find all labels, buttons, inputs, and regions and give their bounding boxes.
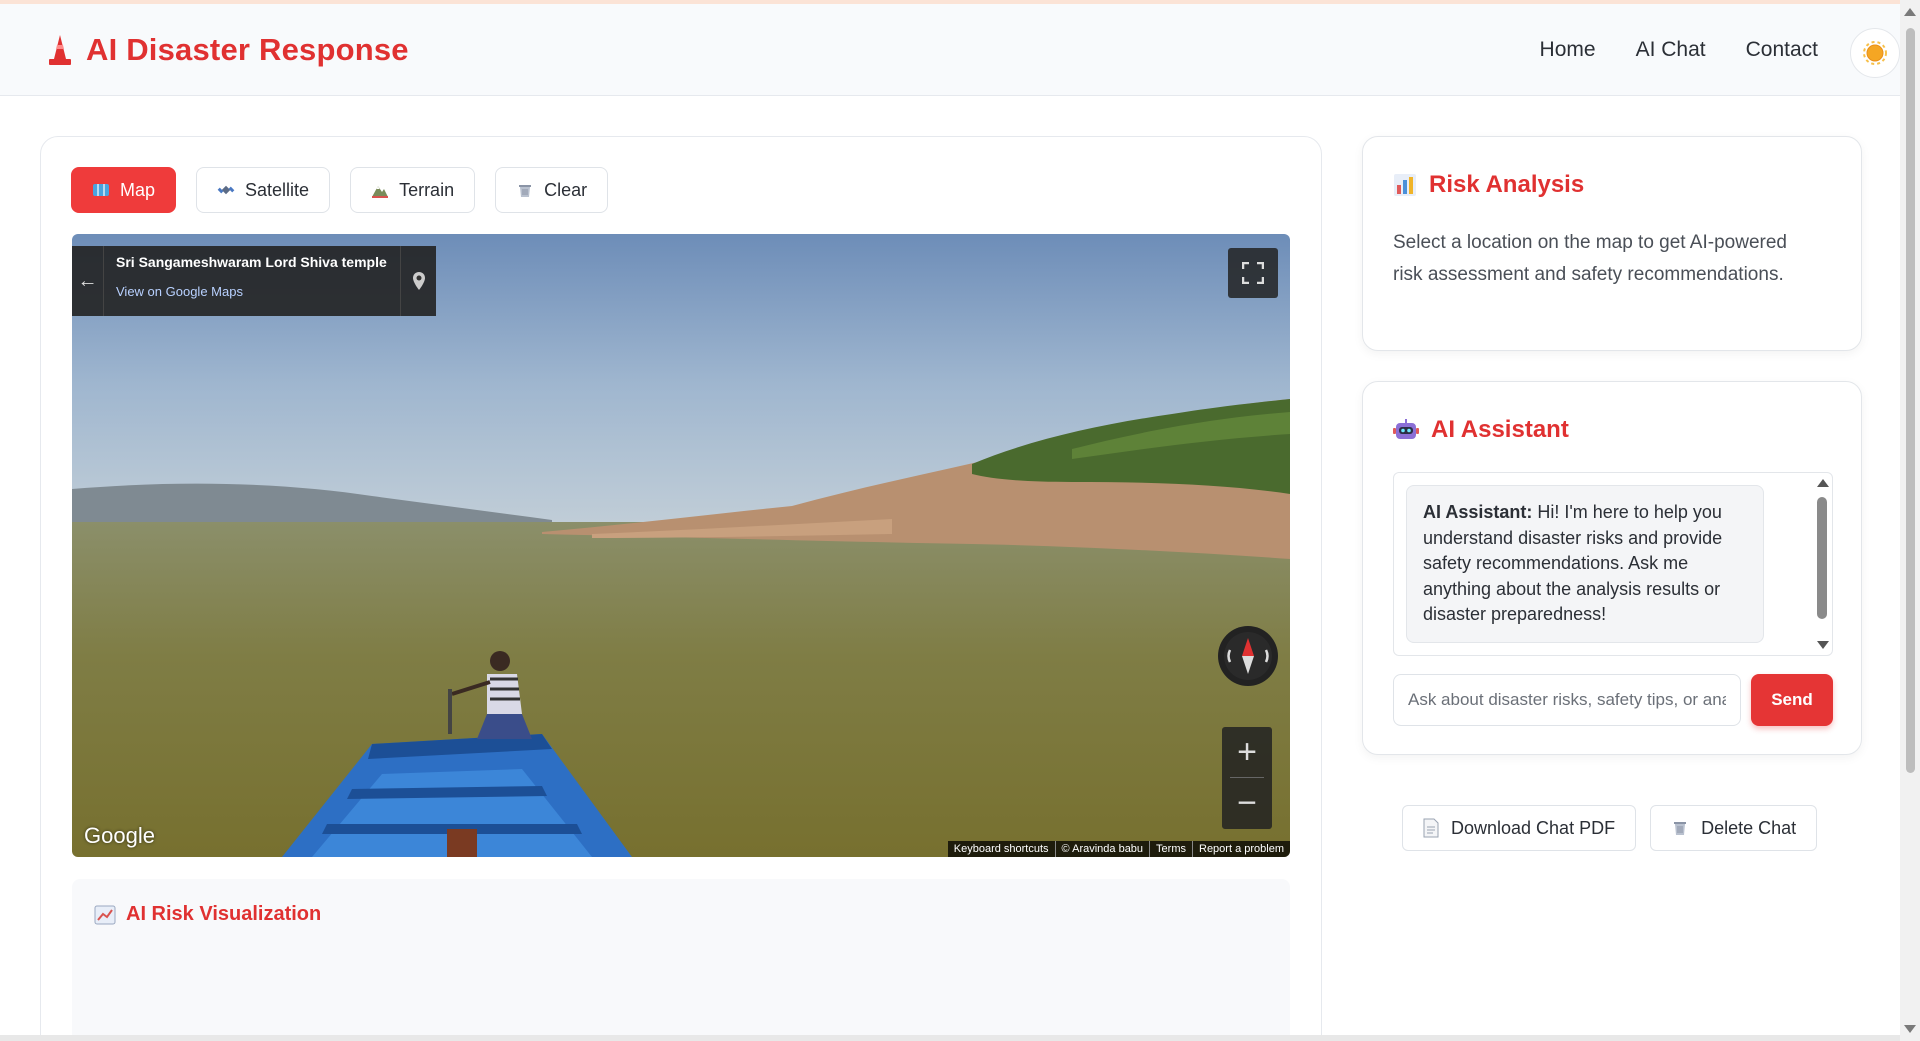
zoom-out-button[interactable]: −: [1222, 778, 1272, 828]
compass-control[interactable]: [1218, 626, 1278, 686]
compass-icon: [1224, 632, 1272, 680]
satellite-icon: [217, 185, 235, 195]
satellite-button[interactable]: Satellite: [196, 167, 331, 213]
delete-chat-button[interactable]: Delete Chat: [1650, 805, 1818, 851]
clear-button[interactable]: Clear: [495, 167, 609, 213]
satellite-button-label: Satellite: [245, 179, 310, 200]
visualization-title: AI Risk Visualization: [94, 903, 321, 926]
ai-assistant-title: AI Assistant: [1393, 416, 1569, 444]
report-problem-link[interactable]: Report a problem: [1192, 841, 1290, 857]
trash-icon: [519, 185, 532, 197]
horizontal-scrollbar: [0, 1035, 1900, 1041]
map-button[interactable]: Map: [71, 167, 177, 213]
chat-messages[interactable]: AI Assistant: Hi! I'm here to help you u…: [1393, 472, 1833, 656]
fullscreen-button[interactable]: [1228, 248, 1278, 298]
risk-visualization-panel: AI Risk Visualization: [72, 879, 1290, 1041]
terms-link[interactable]: Terms: [1149, 841, 1192, 857]
chart-icon: [94, 905, 116, 924]
location-pin-icon[interactable]: [400, 246, 436, 316]
download-chat-pdf-button[interactable]: Download Chat PDF: [1402, 805, 1637, 851]
google-logo: Google: [84, 823, 155, 848]
mountain-icon: [372, 186, 389, 198]
cone-icon: [49, 35, 71, 65]
brand-title: AI Disaster Response: [86, 32, 409, 67]
message-sender: AI Assistant:: [1423, 502, 1533, 522]
street-view-panorama[interactable]: [72, 234, 1290, 857]
photo-credit: © Aravinda babu: [1054, 841, 1150, 857]
chat-actions: Download Chat PDF Delete Chat: [1402, 805, 1818, 851]
map-button-label: Map: [120, 179, 156, 200]
chat-input[interactable]: [1393, 674, 1741, 726]
risk-analysis-title: Risk Analysis: [1393, 171, 1584, 199]
terrain-button[interactable]: Terrain: [350, 167, 476, 213]
bar-chart-icon: [1394, 174, 1416, 196]
document-icon: [1423, 818, 1439, 838]
sun-icon: [1863, 41, 1887, 65]
place-title: Sri Sangameshwaram Lord Shiva temple: [116, 254, 387, 270]
send-button[interactable]: Send: [1751, 674, 1833, 726]
navbar: AI Disaster Response Home AI Chat Contac…: [0, 4, 1900, 96]
brand[interactable]: AI Disaster Response: [46, 32, 409, 68]
nav-ai-chat[interactable]: AI Chat: [1636, 38, 1706, 62]
street-view-info-box: ← Sri Sangameshwaram Lord Shiva temple V…: [72, 246, 436, 316]
street-view[interactable]: ← Sri Sangameshwaram Lord Shiva temple V…: [72, 234, 1290, 857]
view-on-google-maps-link[interactable]: View on Google Maps: [116, 284, 388, 299]
ai-assistant-card: AI Assistant AI Assistant: Hi! I'm here …: [1362, 381, 1862, 755]
assistant-message: AI Assistant: Hi! I'm here to help you u…: [1406, 485, 1764, 643]
risk-analysis-description: Select a location on the map to get AI-p…: [1393, 232, 1787, 285]
back-arrow-icon[interactable]: ←: [72, 246, 104, 316]
zoom-controls: + −: [1222, 727, 1272, 829]
map-icon: [93, 184, 109, 196]
theme-toggle-button[interactable]: [1850, 28, 1900, 78]
map-panel: Map Satellite Terrain Clear ← Sri Sangam…: [40, 136, 1322, 1041]
page-scrollbar[interactable]: [1900, 0, 1920, 1041]
nav-home[interactable]: Home: [1540, 38, 1596, 62]
nav-contact[interactable]: Contact: [1746, 38, 1818, 62]
terrain-button-label: Terrain: [399, 179, 455, 200]
zoom-in-button[interactable]: +: [1222, 727, 1272, 777]
map-attribution: Keyboard shortcuts © Aravinda babu Terms…: [947, 841, 1290, 857]
fullscreen-icon: [1242, 262, 1264, 284]
keyboard-shortcuts-link[interactable]: Keyboard shortcuts: [948, 841, 1055, 857]
clear-button-label: Clear: [544, 179, 588, 200]
robot-icon: [1393, 419, 1419, 439]
trash-icon: [1674, 822, 1687, 835]
risk-analysis-card: Risk Analysis Select a location on the m…: [1362, 136, 1862, 351]
map-type-controls: Map Satellite Terrain Clear: [71, 167, 609, 213]
chat-scrollbar[interactable]: [1814, 473, 1830, 655]
nav-links: Home AI Chat Contact: [1500, 38, 1818, 62]
